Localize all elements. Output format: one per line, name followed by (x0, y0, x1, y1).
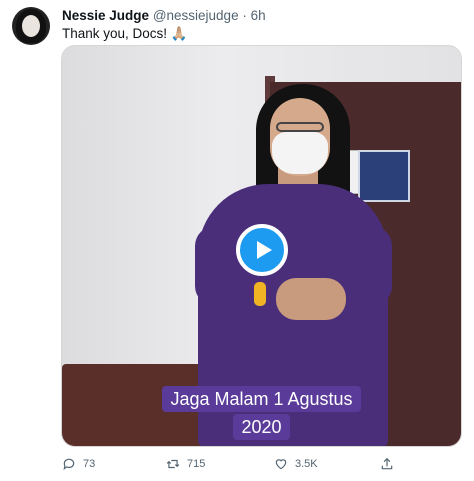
video-poster-blue (358, 150, 410, 202)
tweet-header: Nessie Judge @nessiejudge · 6h (62, 8, 266, 23)
person-bracelet (254, 282, 266, 306)
video-player[interactable]: Jaga Malam 1 Agustus 2020 (61, 45, 462, 447)
video-caption-text1: Jaga Malam 1 Agustus (162, 386, 361, 412)
play-icon[interactable] (236, 224, 288, 276)
person-arm-left (195, 226, 237, 306)
separator-dot: · (242, 8, 247, 23)
tweet-actions: 73 715 3.5K (62, 457, 462, 475)
heart-icon (275, 459, 287, 470)
retweet-count: 715 (187, 458, 206, 470)
retweet-button[interactable]: 715 (166, 457, 205, 471)
tweet[interactable]: Nessie Judge @nessiejudge · 6h Thank you… (0, 0, 474, 481)
reply-button[interactable]: 73 (62, 457, 95, 471)
avatar[interactable] (12, 7, 50, 45)
share-button[interactable] (380, 457, 394, 471)
reply-count: 73 (83, 458, 96, 470)
person-mask (272, 132, 328, 174)
share-icon (381, 457, 393, 470)
person-hands (276, 278, 346, 320)
handle[interactable]: @nessiejudge (153, 8, 239, 23)
video-caption-line2: 2020 (62, 414, 461, 440)
avatar-face (22, 15, 40, 37)
display-name[interactable]: Nessie Judge (62, 8, 149, 23)
play-triangle (256, 241, 272, 259)
like-count: 3.5K (295, 458, 318, 470)
video-caption-line1: Jaga Malam 1 Agustus (62, 386, 461, 412)
timestamp[interactable]: 6h (251, 8, 266, 23)
reply-icon (63, 458, 75, 471)
person-glasses (276, 122, 324, 132)
tweet-text: Thank you, Docs! 🙏🏼 (62, 26, 188, 41)
person-arm-right (350, 226, 392, 306)
retweet-icon (166, 459, 180, 469)
like-button[interactable]: 3.5K (274, 457, 318, 471)
video-caption-text2: 2020 (233, 414, 290, 440)
